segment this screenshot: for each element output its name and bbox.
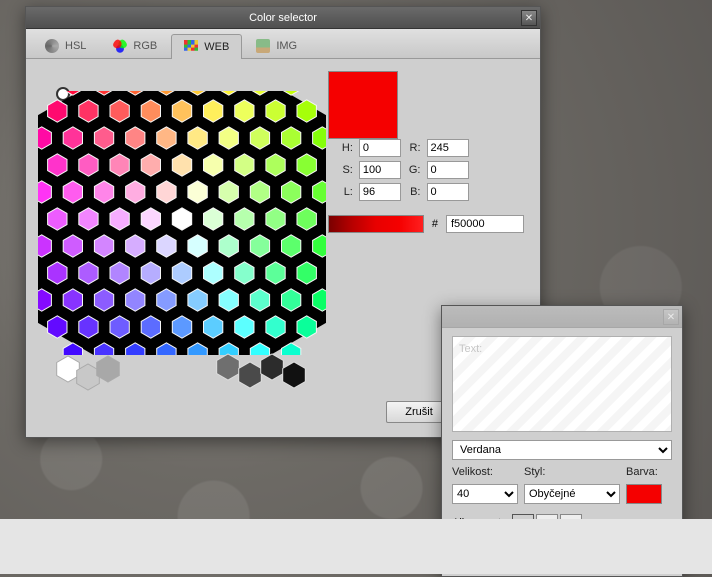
hash-label: # [432,218,438,230]
text-properties-dialog: ✕ Text: Verdana Velikost: Styl: Barva: 4… [441,305,683,577]
web-color-hexagon[interactable] [42,71,312,391]
h-label: H: [342,142,353,154]
color-mode-tabs: HSL RGB WEB IMG [26,29,540,59]
s-input[interactable] [359,161,401,179]
text-color-swatch[interactable] [626,484,662,504]
alignment-label: Alignment: [452,517,504,529]
rgb-icon [113,39,127,53]
tab-web[interactable]: WEB [171,34,242,59]
size-select[interactable]: 40 [452,484,518,504]
color-label: Barva: [626,466,672,478]
r-label: R: [409,142,421,154]
align-center-button[interactable] [536,514,558,532]
align-left-button[interactable] [512,514,534,532]
style-label: Styl: [524,466,620,478]
shade-gradient-bar[interactable] [328,215,424,233]
color-dialog-titlebar[interactable]: Color selector ✕ [26,7,540,29]
tab-hsl[interactable]: HSL [32,33,99,58]
b-label: B: [409,186,421,198]
r-input[interactable] [427,139,469,157]
s-label: S: [342,164,353,176]
tab-rgb[interactable]: RGB [100,33,170,58]
color-dialog-title: Color selector [249,12,317,24]
tab-img[interactable]: IMG [243,33,310,58]
web-icon [184,40,198,54]
size-label: Velikost: [452,466,518,478]
text-preview[interactable]: Text: [452,336,672,432]
text-ok-button[interactable]: OK [606,546,672,568]
close-icon[interactable]: ✕ [521,10,537,26]
b-input[interactable] [427,183,469,201]
image-icon [256,39,270,53]
l-label: L: [342,186,353,198]
text-preview-label: Text: [459,343,665,355]
g-input[interactable] [427,161,469,179]
text-dialog-titlebar[interactable]: ✕ [442,306,682,328]
g-label: G: [409,164,421,176]
hex-input[interactable] [446,215,524,233]
font-select[interactable]: Verdana [452,440,672,460]
hsl-icon [45,39,59,53]
l-input[interactable] [359,183,401,201]
selected-color-swatch [328,71,398,139]
close-icon[interactable]: ✕ [663,309,679,325]
style-select[interactable]: Obyčejné [524,484,620,504]
align-right-button[interactable] [560,514,582,532]
h-input[interactable] [359,139,401,157]
